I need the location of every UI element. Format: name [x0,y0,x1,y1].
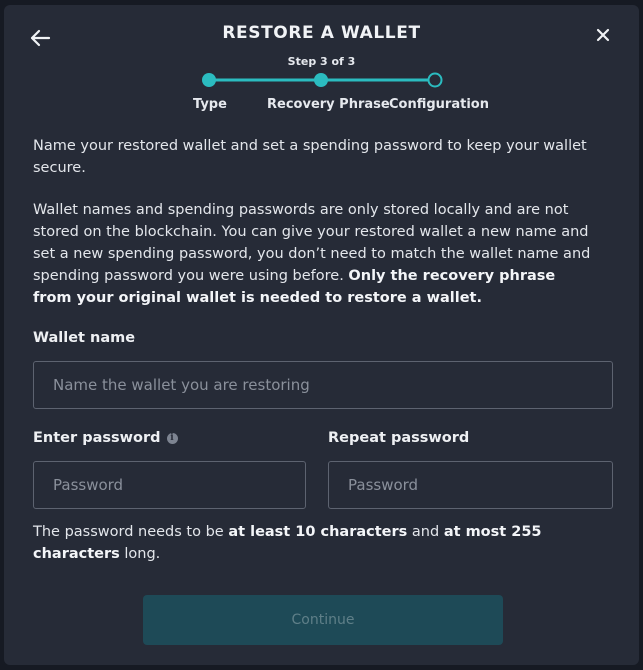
step-label-type: Type [193,97,227,112]
repeat-password-label: Repeat password [328,430,470,446]
dialog-title: RESTORE A WALLET [222,23,421,43]
progress-stepper [202,72,443,88]
step-label-configuration: Configuration [389,97,489,112]
wallet-name-input[interactable] [33,361,613,409]
step-dot-configuration [427,72,443,88]
repeat-password-input[interactable] [328,461,613,509]
enter-password-label: Enter password i [33,430,178,446]
step-indicator: Step 3 of 3 [287,55,356,68]
info-icon[interactable]: i [166,432,178,444]
password-input[interactable] [33,461,306,509]
info-text: Wallet names and spending passwords are … [33,202,591,306]
intro-text: Name your restored wallet and set a spen… [33,138,587,176]
password-requirements-text: The password needs to be at least 10 cha… [33,524,542,562]
wallet-name-label: Wallet name [33,330,136,346]
step-label-recovery-phrase: Recovery Phrase [267,97,390,112]
close-icon[interactable] [594,26,612,44]
step-dot-recovery-phrase [314,73,328,87]
continue-button[interactable]: Continue [143,595,503,645]
step-dot-type [202,73,216,87]
